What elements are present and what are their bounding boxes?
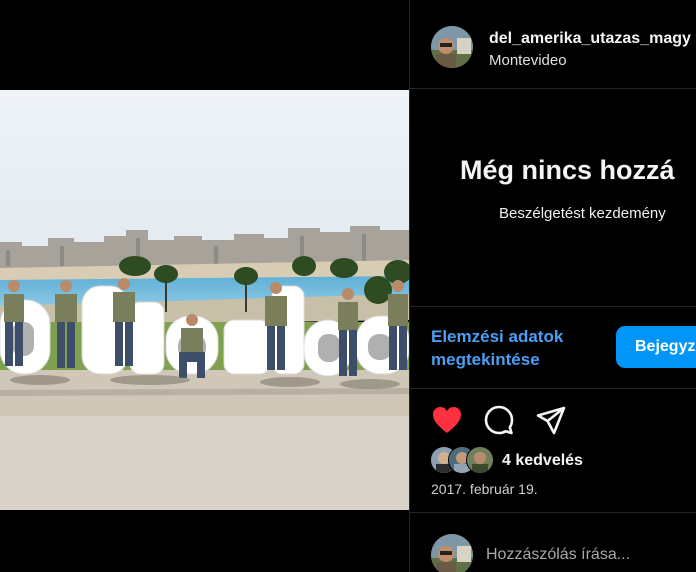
post-location[interactable]: Montevideo bbox=[489, 52, 567, 69]
post-photo[interactable] bbox=[0, 90, 409, 510]
no-comments-subtitle: Beszélgetést kezdemény bbox=[499, 205, 666, 222]
post-date[interactable]: 2017. február 19. bbox=[431, 481, 538, 497]
boost-post-button[interactable]: Bejegyz bbox=[616, 326, 696, 368]
send-icon[interactable] bbox=[533, 402, 569, 438]
likes-count[interactable]: 4 kedvelés bbox=[502, 452, 583, 470]
author-avatar[interactable] bbox=[431, 26, 473, 68]
post-header: del_amerika_utazas_magy Montevideo bbox=[410, 0, 696, 89]
no-comments-title: Még nincs hozzá bbox=[460, 155, 675, 185]
current-user-avatar bbox=[431, 534, 473, 572]
media-pane bbox=[0, 0, 409, 572]
view-insights-link[interactable]: Elemzési adatok megtekintése bbox=[431, 325, 591, 371]
liker-avatar bbox=[466, 446, 494, 474]
comment-bar bbox=[410, 512, 696, 572]
comment-icon[interactable] bbox=[481, 402, 517, 438]
post-details-pane: del_amerika_utazas_magy Montevideo Még n… bbox=[410, 0, 696, 572]
comment-input[interactable] bbox=[486, 543, 686, 567]
author-username[interactable]: del_amerika_utazas_magy bbox=[489, 30, 691, 48]
insights-bar: Elemzési adatok megtekintése Bejegyz bbox=[410, 306, 696, 389]
montevideo-photo-image bbox=[0, 90, 409, 510]
post-actions bbox=[410, 402, 696, 442]
heart-icon[interactable] bbox=[429, 402, 465, 438]
